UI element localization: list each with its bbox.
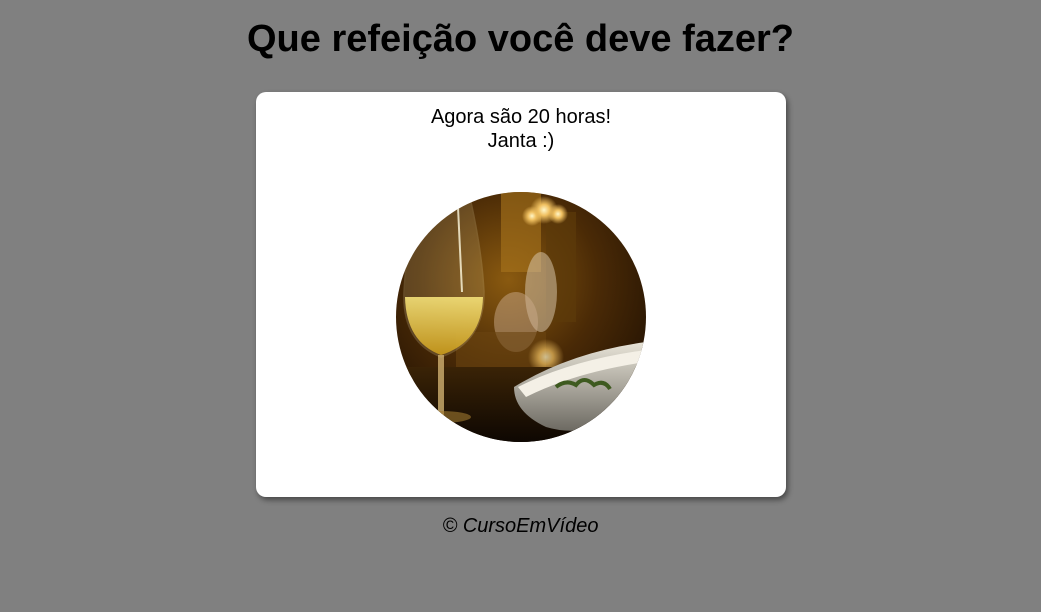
- footer-credit: © CursoEmVídeo: [442, 515, 599, 537]
- page-title: Que refeição você deve fazer?: [246, 18, 795, 60]
- dinner-photo: [396, 192, 646, 442]
- meal-message: Janta :): [487, 130, 555, 152]
- meal-card: Agora são 20 horas! Janta :): [256, 92, 786, 497]
- dinner-photo-illustration: [396, 192, 646, 442]
- time-message: Agora são 20 horas!: [430, 106, 612, 128]
- page: Que refeição você deve fazer? Agora são …: [0, 0, 1041, 612]
